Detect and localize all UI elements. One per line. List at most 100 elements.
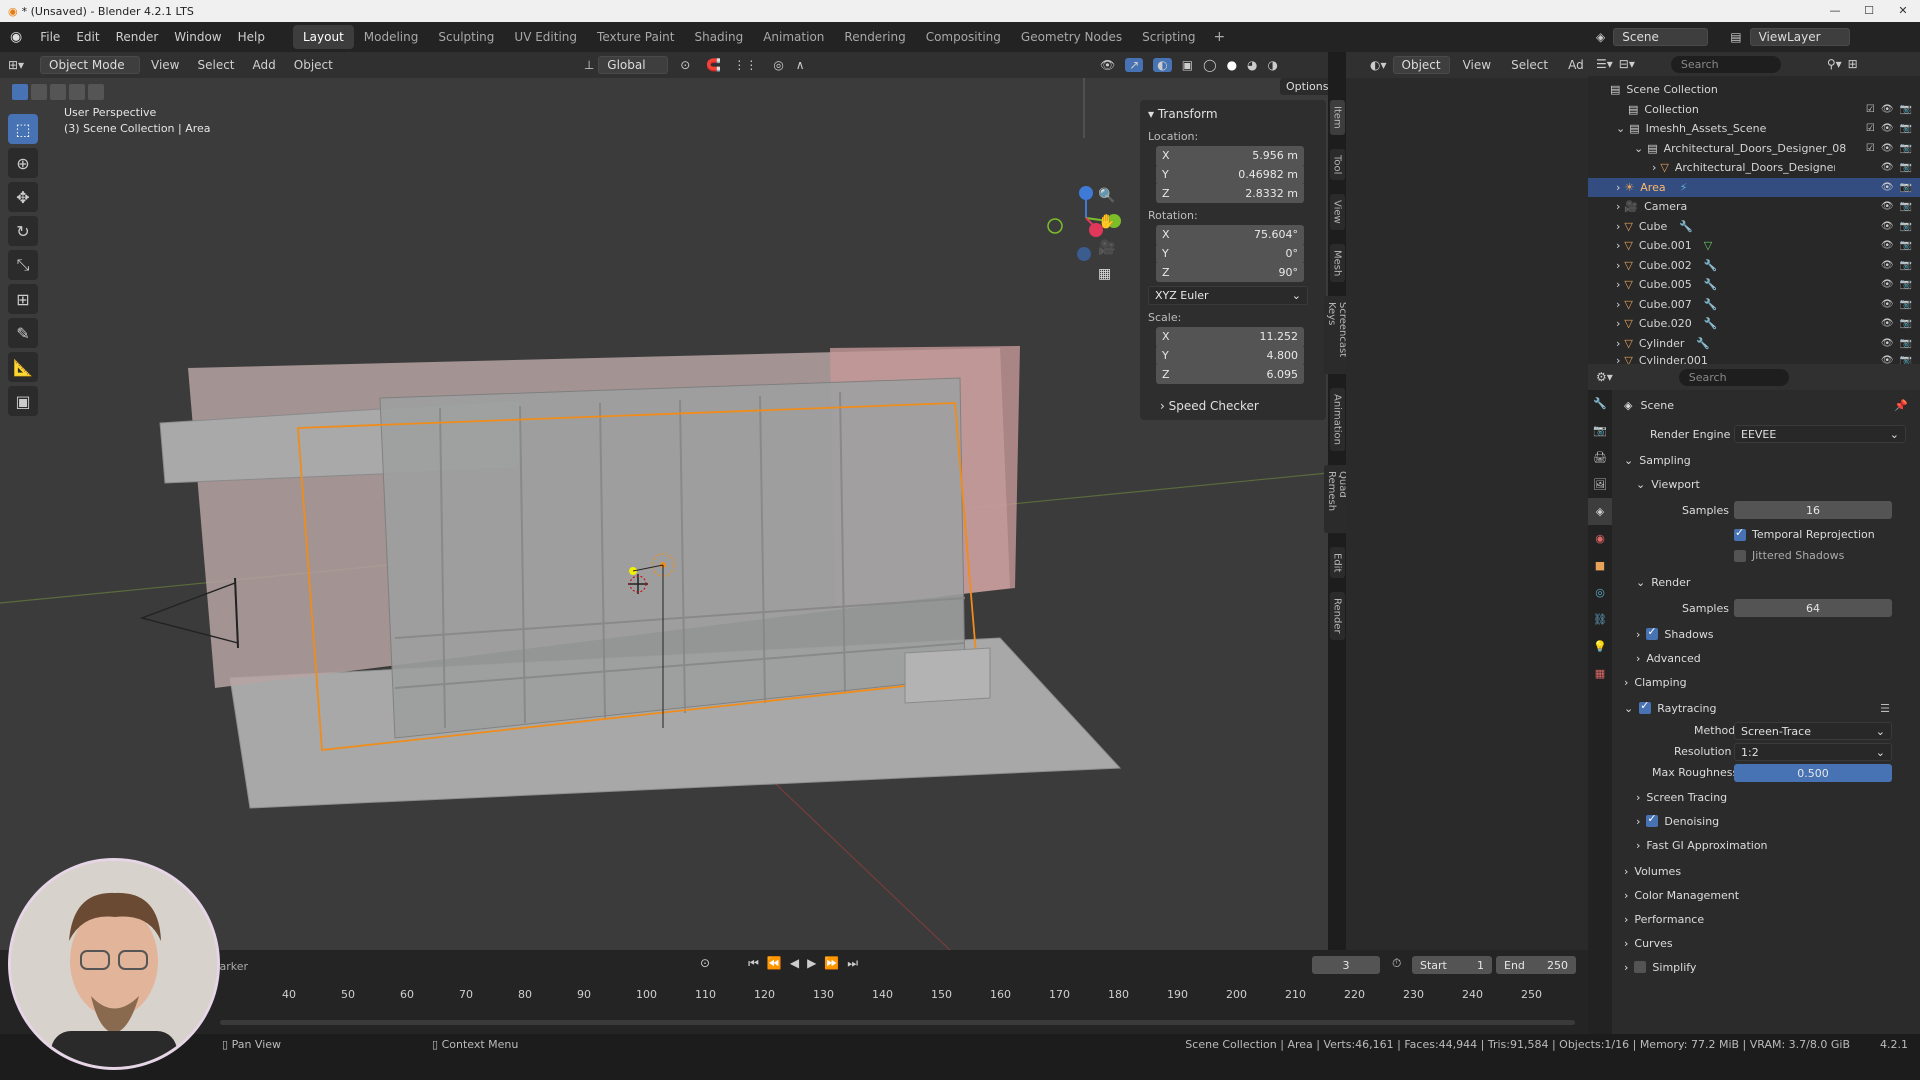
camera-icon[interactable]: 📷 [1900, 221, 1912, 232]
world-tab-icon[interactable]: ◉ [1588, 525, 1612, 552]
scale-y-field[interactable]: Y 4.800 [1156, 346, 1304, 365]
camera-icon[interactable]: 📷 [1900, 338, 1912, 349]
chevron-right-icon[interactable]: › [1616, 278, 1620, 291]
checkbox-icon[interactable]: ☑ [1866, 143, 1875, 154]
object-tab-icon[interactable]: ■ [1588, 552, 1612, 579]
timeline-scrollbar[interactable] [220, 1020, 1575, 1025]
cursor-tool[interactable]: ⊕ [8, 148, 38, 178]
color-management-header[interactable]: › Color Management [1624, 883, 1920, 907]
tab-rendering[interactable]: Rendering [834, 25, 915, 49]
transform-tool[interactable]: ⊞ [8, 284, 38, 314]
resolution-dropdown[interactable]: 1:2 ⌄ [1734, 743, 1892, 761]
checkbox-checked-icon[interactable] [1639, 699, 1652, 714]
eye-icon[interactable]: 👁 [1881, 143, 1894, 154]
ortho-grid-icon[interactable]: ▦ [1098, 266, 1115, 282]
chevron-right-icon[interactable]: › [1616, 239, 1620, 252]
scale-tool[interactable]: ⤡ [8, 250, 38, 280]
raytracing-header[interactable]: ⌄ Raytracing ☰ [1624, 696, 1920, 720]
tab-texture-paint[interactable]: Texture Paint [587, 25, 684, 49]
checkbox-checked-icon[interactable] [1646, 625, 1659, 640]
camera-icon[interactable]: 📷 [1900, 104, 1912, 115]
physics-tab-icon[interactable]: ◎ [1588, 579, 1612, 606]
annotate-tool[interactable]: ✎ [8, 318, 38, 348]
shading-solid-icon[interactable]: ● [1227, 58, 1237, 72]
texture-tab-icon[interactable]: ▦ [1588, 660, 1612, 687]
chevron-right-icon[interactable]: › [1616, 200, 1620, 213]
render-subheader[interactable]: ⌄ Render [1624, 570, 1920, 594]
chevron-down-icon[interactable]: ⌄ [1616, 122, 1625, 135]
method-dropdown[interactable]: Screen-Trace ⌄ [1734, 722, 1892, 740]
viewport-samples-field[interactable]: 16 [1734, 501, 1892, 519]
checkbox-icon[interactable]: ☑ [1866, 123, 1875, 134]
select-extend-icon[interactable] [31, 84, 47, 100]
select-subtract-icon[interactable] [50, 84, 66, 100]
close-icon[interactable]: ✕ [1886, 0, 1920, 22]
proportional-edit-icon[interactable]: ◎ [773, 58, 783, 72]
play-icon[interactable]: ▶ [807, 956, 816, 971]
zoom-icon[interactable]: 🔍 [1098, 188, 1115, 204]
properties-search-input[interactable]: Search [1678, 368, 1789, 386]
camera-icon[interactable]: 📷 [1900, 260, 1912, 271]
fast-gi-subheader[interactable]: › Fast GI Approximation [1624, 833, 1920, 857]
view-layer-tab-icon[interactable]: 🖼 [1588, 471, 1612, 498]
eye-icon[interactable]: 👁 [1881, 338, 1894, 349]
advanced-subheader[interactable]: › Advanced [1624, 646, 1920, 670]
add-workspace-icon[interactable]: + [1206, 29, 1234, 45]
pivot-icon[interactable]: ⊙ [680, 58, 690, 72]
outliner-editor-icon[interactable]: ☰▾ [1596, 57, 1613, 71]
volumes-header[interactable]: › Volumes [1624, 859, 1920, 883]
add-cube-tool[interactable]: ▣ [8, 386, 38, 416]
display-mode-icon[interactable]: ⊟▾ [1619, 57, 1635, 71]
shading-wireframe-icon[interactable]: ◯ [1203, 58, 1216, 72]
tab-sculpting[interactable]: Sculpting [428, 25, 504, 49]
scale-z-field[interactable]: Z 6.095 [1156, 365, 1304, 384]
outliner-row-cube-002[interactable]: › ▽ Cube.002 🔧 👁 📷 [1588, 256, 1920, 276]
outliner-row-cylinder[interactable]: › ▽ Cylinder 🔧 👁 📷 [1588, 334, 1920, 354]
visibility-icon[interactable]: 👁 [1100, 58, 1115, 72]
outliner-search-input[interactable]: Search [1670, 55, 1781, 73]
render-samples-field[interactable]: 64 [1734, 599, 1892, 617]
performance-header[interactable]: › Performance [1624, 907, 1920, 931]
tab-geometry-nodes[interactable]: Geometry Nodes [1011, 25, 1132, 49]
render-engine-dropdown[interactable]: EEVEE ⌄ [1734, 425, 1906, 443]
eye-icon[interactable]: 👁 [1881, 201, 1894, 212]
checkbox-unchecked-icon[interactable] [1634, 961, 1647, 973]
camera-icon[interactable]: 📷 [1900, 201, 1912, 212]
rotate-tool[interactable]: ↻ [8, 216, 38, 246]
eye-icon[interactable]: 👁 [1881, 318, 1894, 329]
camera-icon[interactable]: 📷 [1900, 299, 1912, 310]
jump-start-icon[interactable]: ⏮ [748, 956, 759, 971]
tab-animation-side[interactable]: Animation [1329, 387, 1345, 451]
chevron-right-icon[interactable]: › [1616, 259, 1620, 272]
3d-viewport[interactable]: User Perspective (3) Scene Collection | … [0, 78, 1328, 950]
menu-help[interactable]: Help [230, 22, 273, 52]
rotation-y-field[interactable]: Y 0° [1156, 244, 1304, 263]
orientation-selector[interactable]: Global [598, 56, 669, 74]
prev-keyframe-icon[interactable]: ⏪ [767, 956, 782, 971]
new-collection-icon[interactable]: ⊞ [1848, 57, 1858, 71]
shading-rendered-icon[interactable]: ◑ [1268, 58, 1278, 72]
chevron-down-icon[interactable]: ⌄ [1634, 142, 1643, 155]
tab-shading[interactable]: Shading [684, 25, 753, 49]
shading-material-icon[interactable]: ◕ [1247, 58, 1257, 72]
chevron-right-icon[interactable]: › [1616, 298, 1620, 311]
outliner-row-doors-object[interactable]: › ▽ Architectural_Doors_Designer_08 👁 📷 [1588, 158, 1920, 178]
constraints-tab-icon[interactable]: ⛓ [1588, 606, 1612, 633]
jittered-shadows-row[interactable]: Jittered Shadows [1624, 545, 1920, 566]
select-invert-icon[interactable] [69, 84, 85, 100]
measure-tool[interactable]: 📐 [8, 352, 38, 382]
snap-icon[interactable]: 🧲 [706, 58, 721, 72]
eye-icon[interactable]: 👁 [1881, 162, 1894, 173]
output-tab-icon[interactable]: 🖨 [1588, 444, 1612, 471]
outliner-row-cube-005[interactable]: › ▽ Cube.005 🔧 👁 📷 [1588, 275, 1920, 295]
eye-icon[interactable]: 👁 [1881, 279, 1894, 290]
scene-icon[interactable]: ◈ [1596, 30, 1605, 44]
move-tool[interactable]: ✥ [8, 182, 38, 212]
outliner-row-cube[interactable]: › ▽ Cube 🔧 👁 📷 [1588, 217, 1920, 237]
outliner-row-camera[interactable]: › 🎥 Camera 👁 📷 [1588, 197, 1920, 217]
filter-icon[interactable]: ⚲▾ [1827, 57, 1842, 71]
scene-tab-icon[interactable]: ◈ [1588, 498, 1612, 525]
pin-icon[interactable]: 📌 [1894, 399, 1908, 412]
scale-x-field[interactable]: X 11.252 [1156, 327, 1304, 346]
simplify-header[interactable]: › Simplify [1624, 955, 1920, 979]
